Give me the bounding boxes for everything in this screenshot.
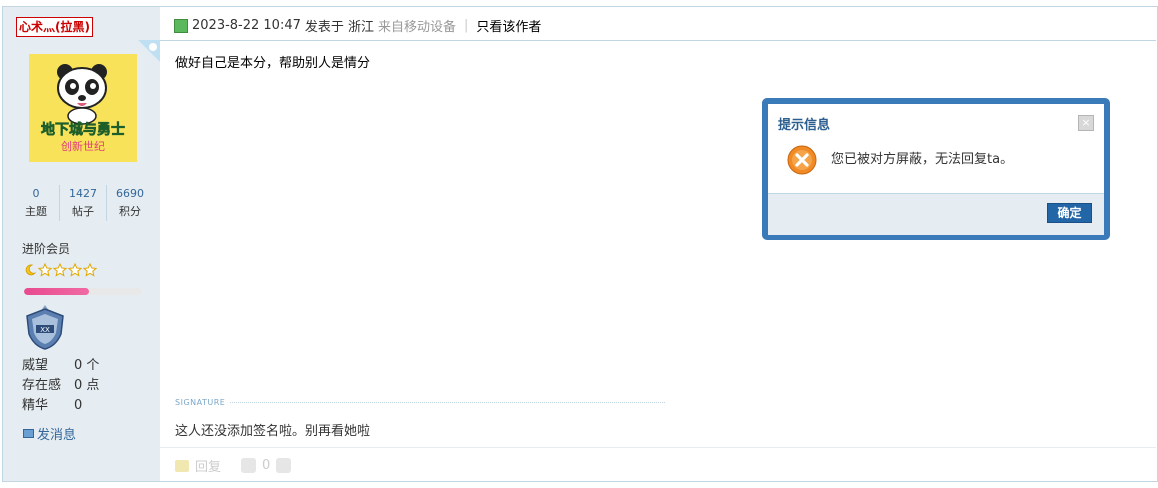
close-icon[interactable]: × [1078, 115, 1094, 131]
online-user-icon [174, 18, 188, 33]
svg-text:XX: XX [40, 326, 50, 334]
dialog-title: 提示信息 [778, 118, 831, 133]
level-stars [23, 263, 97, 277]
error-icon [787, 145, 817, 175]
stat-points-label: 积分 [119, 205, 141, 218]
info-row-presence: 存在感 0 点 [22, 376, 99, 396]
info-value: 0 个 [74, 358, 100, 373]
post-actions: 回复 0 [175, 456, 292, 475]
thumbs-down-icon[interactable] [276, 458, 292, 473]
signature-label: SIGNATURE [175, 398, 226, 407]
post-datetime: 2023-8-22 10:47 [192, 18, 301, 33]
online-corner-icon [138, 40, 160, 62]
confirm-button[interactable]: 确定 [1047, 203, 1092, 223]
info-key: 存在感 [22, 378, 62, 393]
post-source: 来自移动设备 [378, 20, 457, 35]
post-content: 做好自己是本分，帮助别人是情分 [175, 56, 371, 71]
moon-icon [25, 264, 37, 276]
avatar-line1: 地下城与勇士 [41, 121, 125, 138]
user-sidebar: 心术灬(拉黑) 地下城与勇士 创新世纪 0 主题 1427 帖子 6690 积分… [3, 7, 160, 481]
post-meta: 2023-8-22 10:47 发表于 浙江 来自移动设备 | 只看该作者 [174, 16, 541, 35]
avatar-line2: 创新世纪 [61, 139, 105, 153]
reply-button[interactable]: 回复 [195, 456, 221, 475]
stat-topics-value: 0 [32, 187, 40, 200]
shield-badge-icon: XX [26, 305, 64, 350]
info-row-essence: 精华 0 [22, 396, 99, 416]
dialog-footer: 确定 [768, 193, 1104, 235]
dialog-message: 您已被对方屏蔽，无法回复ta。 [831, 152, 1014, 167]
meta-separator: | [464, 18, 469, 33]
stat-posts[interactable]: 1427 帖子 [60, 185, 107, 221]
notice-dialog: 提示信息 × 您已被对方屏蔽，无法回复ta。 确定 [762, 98, 1110, 240]
send-message-label: 发消息 [37, 428, 77, 443]
thumbs-up-icon[interactable] [241, 458, 257, 473]
stat-topics-label: 主题 [25, 205, 47, 218]
info-value: 0 点 [74, 378, 100, 393]
post-frame [2, 6, 1158, 482]
info-row-prestige: 威望 0 个 [22, 356, 99, 376]
star-icon [68, 263, 82, 277]
user-level[interactable]: 进阶会员 [22, 240, 70, 257]
footer-divider [160, 447, 1156, 448]
level-progress-bar [24, 288, 142, 295]
dialog-body: 提示信息 × 您已被对方屏蔽，无法回复ta。 确定 [768, 104, 1104, 235]
stat-posts-value: 1427 [69, 187, 97, 200]
signature-text: 这人还没添加签名啦。别再看她啦 [175, 424, 371, 439]
username[interactable]: 心术灬(拉黑) [16, 17, 93, 37]
info-key: 威望 [22, 358, 49, 373]
star-icon [83, 263, 97, 277]
info-key: 精华 [22, 398, 49, 413]
post-location: 发表于 浙江 [304, 20, 375, 35]
stat-topics[interactable]: 0 主题 [13, 185, 60, 221]
post-header: 2023-8-22 10:47 发表于 浙江 来自移动设备 | 只看该作者 [160, 7, 1156, 41]
star-icon [53, 263, 67, 277]
user-info: 威望 0 个 存在感 0 点 精华 0 [22, 356, 99, 416]
send-message-link[interactable]: 发消息 [23, 424, 76, 443]
only-author-link[interactable]: 只看该作者 [476, 16, 541, 35]
signature-divider [230, 402, 665, 403]
envelope-icon [23, 429, 34, 438]
stat-points[interactable]: 6690 积分 [107, 185, 153, 221]
like-count: 0 [262, 458, 271, 473]
stat-points-value: 6690 [116, 187, 144, 200]
info-value: 0 [74, 398, 83, 413]
user-stats: 0 主题 1427 帖子 6690 积分 [13, 185, 153, 221]
avatar[interactable]: 地下城与勇士 创新世纪 [29, 54, 137, 162]
level-progress-fill [24, 288, 89, 295]
reply-icon[interactable] [175, 459, 189, 472]
stat-posts-label: 帖子 [72, 205, 94, 218]
panda-avatar-icon: 地下城与勇士 创新世纪 [29, 54, 137, 162]
star-icon [38, 263, 52, 277]
